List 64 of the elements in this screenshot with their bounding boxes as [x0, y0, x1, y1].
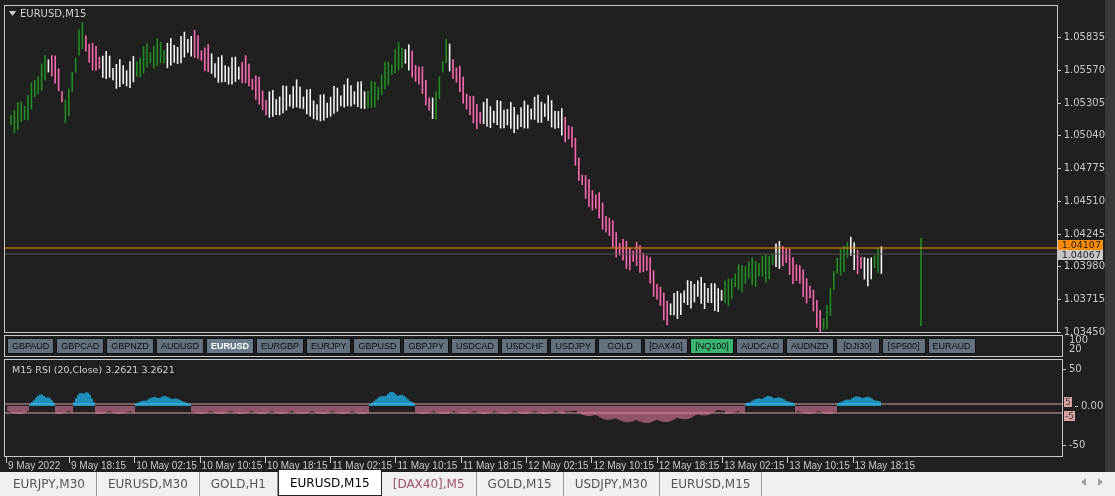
symbol-button[interactable]: EURUSD — [205, 338, 254, 354]
chart-symbol-label: EURUSD,M15 — [20, 8, 87, 19]
symbol-button[interactable]: GBPAUD — [7, 338, 55, 354]
time-axis-label: 11 May 02:15 — [332, 460, 393, 472]
chart-tab[interactable]: GOLD,H1 — [199, 472, 278, 496]
time-axis-label: 10 May 18:15 — [266, 460, 328, 472]
symbol-button[interactable]: AUDNZD — [786, 338, 834, 354]
price-axis-label: 1.03715 — [1057, 293, 1105, 306]
chart-tab[interactable]: EURUSD,M30 — [97, 472, 200, 496]
symbol-button[interactable]: AUDUSD — [155, 338, 204, 354]
time-axis-label: 12 May 10:15 — [593, 460, 654, 472]
rsi-title: M15 RSI (20,Close) 3.2621 3.2621 — [12, 364, 175, 375]
time-axis-label: 13 May 10:15 — [789, 460, 850, 472]
symbol-button[interactable]: USDCAD — [450, 338, 499, 354]
price-axis-label: 1.03980 — [1057, 260, 1105, 273]
symbol-button[interactable]: AUDCAD — [736, 338, 784, 354]
ask-price-tag: 1.04067 — [1057, 250, 1103, 260]
symbol-button[interactable]: [SP500] — [881, 338, 926, 354]
chart-tab[interactable]: [DAX40],M5 — [381, 472, 477, 496]
symbol-button[interactable]: [DJI30] — [835, 338, 880, 354]
price-axis-label: 1.05570 — [1057, 63, 1105, 76]
symbol-button[interactable]: [DAX40] — [644, 338, 688, 354]
axis-label: 20 — [1069, 344, 1083, 353]
chart-tab[interactable]: USDJPY,M30 — [563, 472, 660, 496]
symbol-button[interactable]: USDJPY — [550, 338, 596, 354]
price-axis-label: 1.04245 — [1057, 227, 1105, 240]
scroll-left-icon[interactable] — [1081, 478, 1086, 486]
symbol-button[interactable]: GBPNZD — [106, 338, 154, 354]
time-axis-label: 11 May 18:15 — [462, 460, 523, 472]
symbol-button[interactable]: EURGBP — [255, 338, 304, 354]
time-axis-label: 9 May 2022 — [8, 460, 61, 472]
dropdown-caret-icon[interactable] — [9, 11, 16, 16]
time-axis-label: 9 May 18:15 — [71, 460, 127, 472]
chart-tab[interactable]: EURUSD,M15 — [277, 470, 382, 496]
rsi-axis-label: -50 — [1063, 439, 1086, 451]
price-axis-label: 1.05305 — [1057, 96, 1105, 109]
bid-price-tag: 1.04107 — [1057, 240, 1103, 250]
price-axis-label: 1.04775 — [1057, 162, 1105, 175]
symbol-button[interactable]: [NQ100] — [690, 338, 734, 354]
time-axis-label: 12 May 02:15 — [528, 460, 589, 472]
chart-tab[interactable]: EURJPY,M30 — [2, 472, 97, 496]
lower-level-tag: -5 — [1064, 411, 1075, 421]
time-axis-label: 11 May 10:15 — [397, 460, 458, 472]
symbol-button[interactable]: USDCHF — [501, 338, 549, 354]
chart-tab[interactable]: GOLD,M15 — [476, 472, 564, 496]
symbol-button[interactable]: GBPUSD — [353, 338, 402, 354]
symbol-button[interactable]: GBPJPY — [403, 338, 449, 354]
scroll-right-icon[interactable] — [1098, 478, 1103, 486]
price-axis-label: 1.05040 — [1057, 129, 1105, 142]
symbol-button[interactable]: EURAUD — [927, 338, 976, 354]
symbol-button[interactable]: GBPCAD — [56, 338, 105, 354]
time-axis-label: 13 May 18:15 — [854, 460, 916, 472]
time-axis-label: 13 May 02:15 — [723, 460, 785, 472]
price-axis-label: 1.04510 — [1057, 194, 1105, 207]
time-axis-label: 12 May 18:15 — [658, 460, 720, 472]
upper-level-tag: 5 — [1064, 397, 1072, 407]
symbol-button[interactable]: EURJPY — [305, 338, 352, 354]
symbol-button[interactable]: GOLD — [598, 338, 642, 354]
chart-tab[interactable]: EURUSD,M15 — [659, 472, 763, 496]
price-axis-label: 1.05835 — [1057, 31, 1105, 43]
rsi-axis-label: 50 — [1063, 363, 1082, 375]
time-axis-label: 10 May 02:15 — [136, 460, 197, 472]
time-axis-label: 10 May 10:15 — [201, 460, 263, 472]
zero-axis-label: 0.00 — [1075, 400, 1104, 412]
